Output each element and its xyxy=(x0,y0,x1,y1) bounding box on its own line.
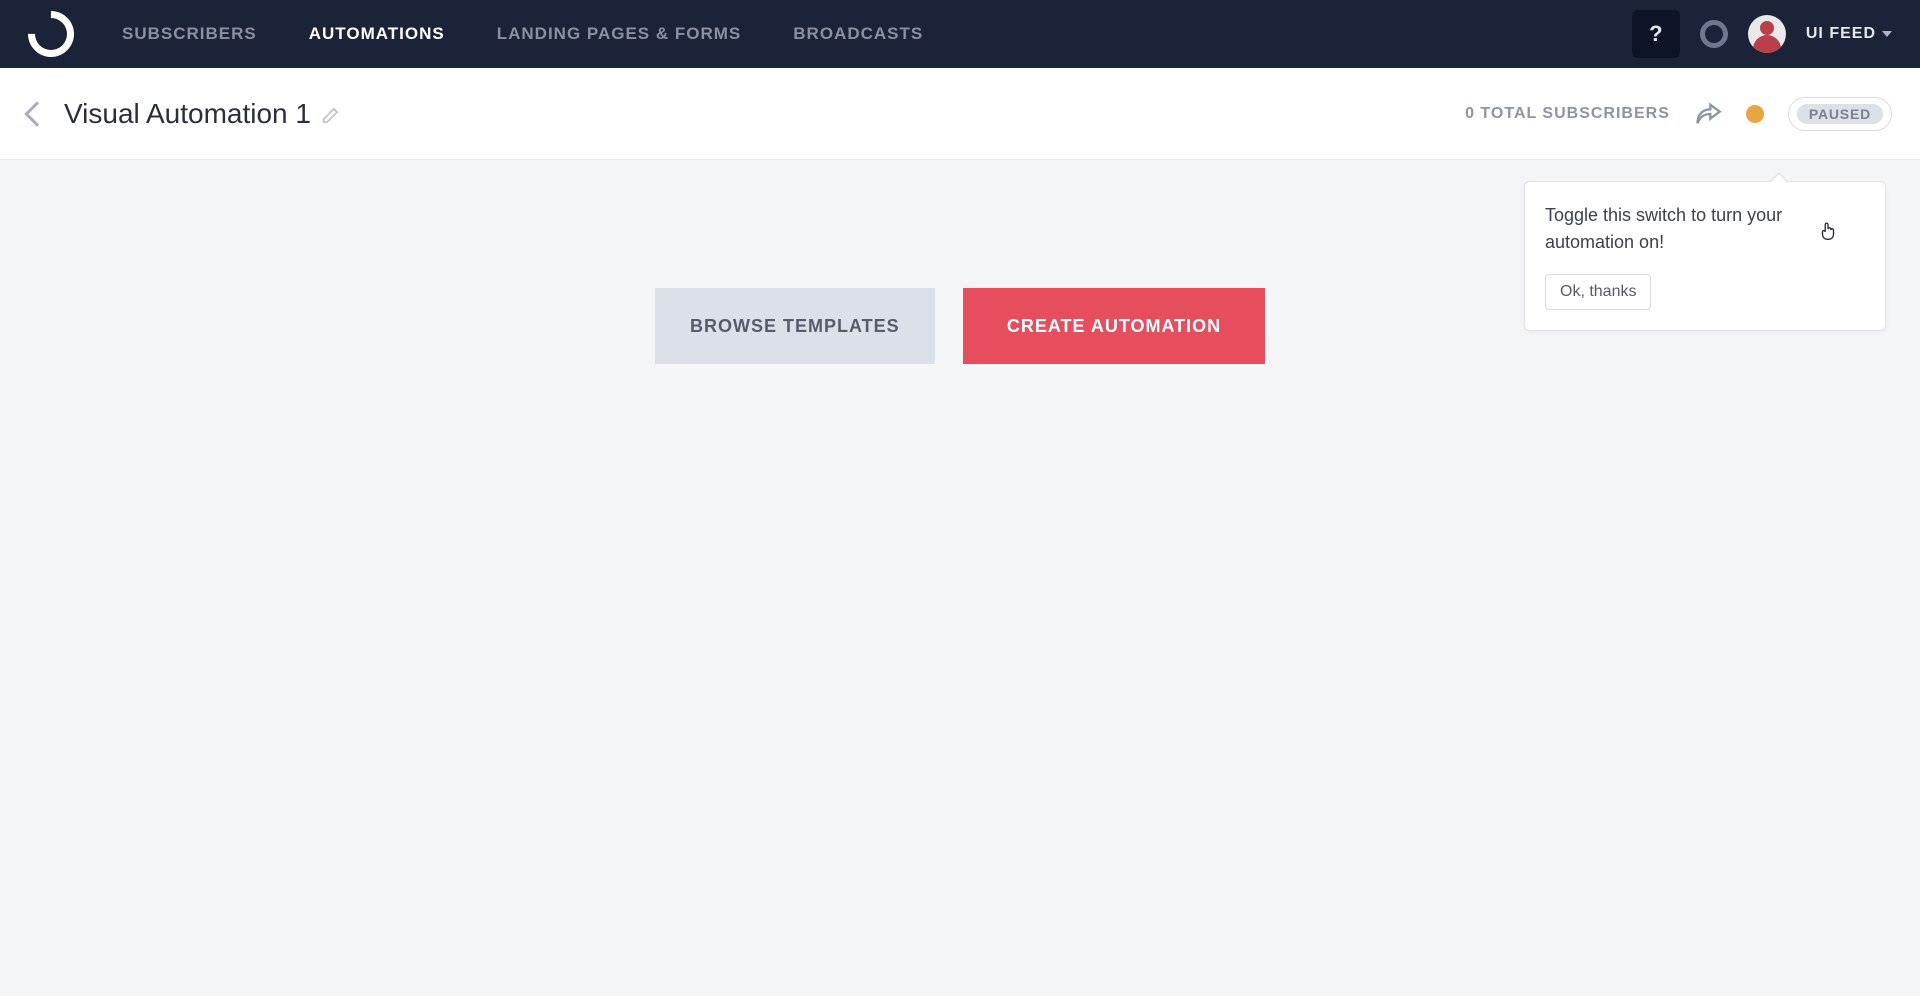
share-icon[interactable] xyxy=(1694,100,1722,128)
nav-links: SUBSCRIBERS AUTOMATIONS LANDING PAGES & … xyxy=(122,24,923,44)
nav-automations[interactable]: AUTOMATIONS xyxy=(309,24,445,44)
tooltip: Toggle this switch to turn your automati… xyxy=(1524,181,1886,331)
cursor-hand-icon xyxy=(1817,220,1839,242)
status-circle-icon[interactable] xyxy=(1700,20,1728,48)
back-chevron-icon[interactable] xyxy=(24,101,49,126)
user-menu[interactable]: UI FEED xyxy=(1806,25,1892,43)
top-nav: SUBSCRIBERS AUTOMATIONS LANDING PAGES & … xyxy=(0,0,1920,68)
secondary-bar: Visual Automation 1 0 TOTAL SUBSCRIBERS … xyxy=(0,68,1920,160)
create-automation-button[interactable]: CREATE AUTOMATION xyxy=(963,288,1265,364)
paused-toggle[interactable]: PAUSED xyxy=(1788,97,1892,131)
paused-label: PAUSED xyxy=(1797,104,1883,124)
help-button[interactable]: ? xyxy=(1632,10,1680,58)
nav-right: ? UI FEED xyxy=(1632,10,1892,58)
tooltip-ok-button[interactable]: Ok, thanks xyxy=(1545,274,1651,310)
logo-icon[interactable] xyxy=(18,1,83,66)
secondary-right: 0 TOTAL SUBSCRIBERS PAUSED xyxy=(1465,97,1892,131)
total-subscribers-label: 0 TOTAL SUBSCRIBERS xyxy=(1465,105,1670,123)
user-name-label: UI FEED xyxy=(1806,25,1876,43)
status-dot-icon xyxy=(1746,105,1764,123)
edit-icon[interactable] xyxy=(321,103,343,125)
browse-templates-button[interactable]: BROWSE TEMPLATES xyxy=(655,288,935,364)
nav-landing-pages-forms[interactable]: LANDING PAGES & FORMS xyxy=(497,24,742,44)
page-title: Visual Automation 1 xyxy=(64,98,311,130)
avatar[interactable] xyxy=(1748,15,1786,53)
nav-broadcasts[interactable]: BROADCASTS xyxy=(793,24,923,44)
nav-subscribers[interactable]: SUBSCRIBERS xyxy=(122,24,257,44)
caret-down-icon xyxy=(1882,31,1892,37)
